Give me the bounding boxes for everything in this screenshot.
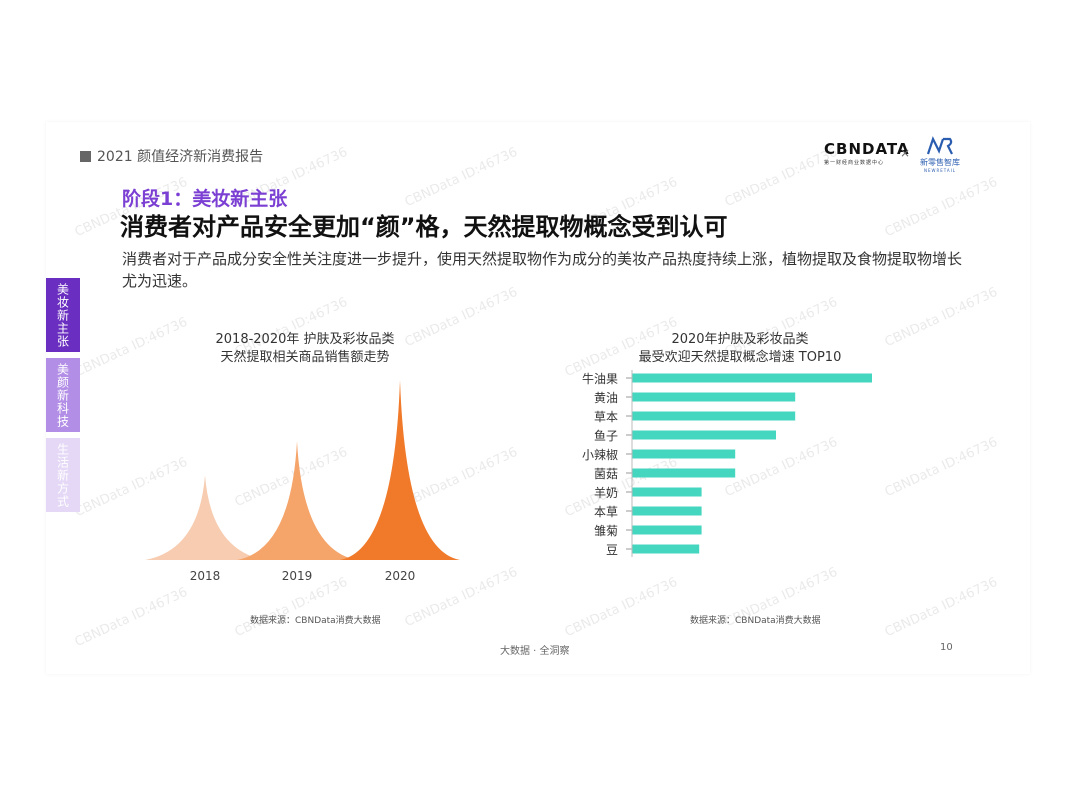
bar-label-1: 黄油 [594,391,618,405]
bar-1 [632,392,796,402]
page-number: 10 [940,642,953,653]
area-chart-title: 2018-2020年 护肤及彩妆品类 天然提取相关商品销售额走势 [170,331,440,367]
x-tick-label-2018: 2018 [190,569,221,583]
cbndata-logo-subtext: 第一财经商业数据中心 [824,160,885,166]
newretail-logo-text: 新零售智库 [920,158,960,167]
side-tab-lifestyle[interactable]: 生活新方式 [46,438,80,512]
newretail-logo: 新零售智库 NEWRETAIL [917,136,963,173]
bar-chart-title-line-1: 2020年护肤及彩妆品类 [671,332,809,347]
bar-4 [632,449,736,459]
square-icon [80,150,91,162]
x-tick-label-2020: 2020 [385,569,416,583]
bar-label-2: 草本 [594,410,618,424]
bar-2 [632,411,796,421]
bar-label-6: 羊奶 [594,485,618,500]
bar-3 [632,430,776,440]
logo-separator: × [900,146,911,160]
newretail-logo-icon [926,136,953,155]
bar-5 [632,468,736,478]
bar-chart-title-line-2: 最受欢迎天然提取概念增速 TOP10 [638,350,842,365]
area-spike-2019 [237,441,357,560]
bar-chart-title: 2020年护肤及彩妆品类 最受欢迎天然提取概念增速 TOP10 [610,331,870,367]
area-chart-title-line-1: 2018-2020年 护肤及彩妆品类 [215,332,395,347]
newretail-logo-subtext: NEWRETAIL [923,168,957,173]
bar-6 [632,487,702,497]
side-tab-beauty-proposition[interactable]: 美妆新主张 [46,278,80,352]
page-headline: 消费者对产品安全更加“颜”格，天然提取物概念受到认可 [120,213,728,241]
area-chart-source: 数据来源：CBNData消费大数据 [250,616,381,626]
bar-0 [632,373,872,383]
area-spike-2020 [340,380,460,560]
cbndata-logo-text: CBNDATA [824,140,910,158]
bar-label-8: 雏菊 [594,523,618,538]
area-chart-title-line-2: 天然提取相关商品销售额走势 [220,350,390,365]
bar-label-0: 牛油果 [582,371,618,386]
area-chart: 2018 2019 2020 [145,380,460,583]
bar-chart-source: 数据来源：CBNData消费大数据 [690,616,821,626]
bar-label-5: 菌菇 [594,467,618,481]
bar-label-7: 本草 [594,505,618,519]
x-tick-label-2019: 2019 [282,569,313,583]
bar-label-3: 鱼子 [594,429,618,443]
page-description: 消费者对于产品成分安全性关注度进一步提升，使用天然提取物作为成分的美妆产品热度持… [122,250,963,290]
bar-label-9: 豆 [606,543,618,557]
side-tabs: 美妆新主张 美颜新科技 生活新方式 [46,278,80,518]
report-title: 2021 颜值经济新消费报告 [97,149,264,165]
bar-chart: 牛油果黄油草本鱼子小辣椒菌菇羊奶本草雏菊豆 [582,370,872,557]
side-tab-beauty-technology[interactable]: 美颜新科技 [46,358,80,432]
bar-label-4: 小辣椒 [582,448,618,462]
bar-9 [632,544,700,554]
report-tag: 2021 颜值经济新消费报告 [80,146,263,166]
cbndata-logo: CBNDATA 第一财经商业数据中心 [824,140,910,166]
footer-slogan: 大数据 · 全洞察 [500,646,570,657]
bar-8 [632,525,702,535]
area-spike-2018 [145,475,265,560]
bar-7 [632,506,702,516]
